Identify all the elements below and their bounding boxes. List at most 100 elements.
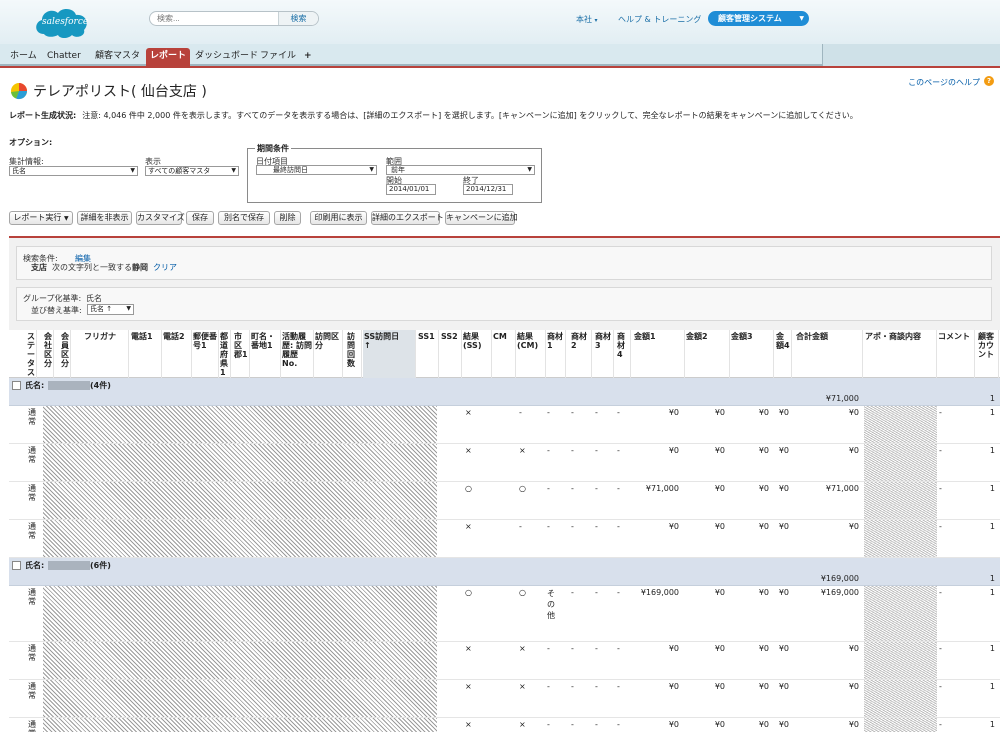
col-visit-type[interactable]: 訪問区分 [314, 330, 343, 378]
report-icon [10, 82, 28, 100]
col-comment[interactable]: コメント [937, 330, 975, 378]
col-product3[interactable]: 商材3 [594, 330, 614, 378]
tab-home[interactable]: ホーム [10, 48, 37, 66]
col-ss-visit-date[interactable]: SS訪問日 ↑ [363, 330, 416, 378]
summary-select[interactable]: 氏名 ▼ [9, 166, 138, 176]
col-company-type[interactable]: 会社区分 [43, 330, 54, 378]
col-member-type[interactable]: 会員区分 [60, 330, 71, 378]
col-cm[interactable]: CM [492, 330, 516, 378]
col-furigana[interactable]: フリガナ [83, 330, 129, 378]
table-row[interactable]: 通常 ○ ○ - - - - ¥71,000 ¥0 ¥0 ¥0 ¥71,000 … [9, 482, 1000, 520]
salesforce-logo[interactable]: salesforce [32, 4, 92, 41]
table-row[interactable]: 通常 × × - - - - ¥0 ¥0 ¥0 ¥0 ¥0 - 1 [9, 444, 1000, 482]
amount1-cell: ¥0 [668, 408, 679, 417]
redacted-notes [864, 680, 937, 717]
end-date-input[interactable]: 2014/12/31 [463, 184, 513, 195]
col-phone2[interactable]: 電話2 [162, 330, 192, 378]
col-appointment-notes[interactable]: アポ・商談内容 [864, 330, 937, 378]
col-visit-count[interactable]: 訪問回数 [346, 330, 362, 378]
amount1-cell: ¥0 [668, 720, 679, 729]
app-menu-button[interactable]: 顧客管理システム ▼ [708, 11, 809, 26]
search-button[interactable]: 検索 [278, 12, 318, 25]
tab-chatter[interactable]: Chatter [47, 48, 81, 66]
col-address1[interactable]: 町名・番地1 [250, 330, 281, 378]
col-product1[interactable]: 商材1 [546, 330, 566, 378]
col-result-cm[interactable]: 結果(CM) [516, 330, 546, 378]
col-customer-count[interactable]: 顧客カウント [977, 330, 999, 378]
tab-dashboards[interactable]: ダッシュボード [195, 48, 258, 66]
result-ss-cell: ○ [465, 484, 472, 493]
export-details-button[interactable]: 詳細のエクスポート [371, 211, 444, 225]
col-amount3[interactable]: 金額3 [730, 330, 774, 378]
table-row[interactable]: 通常 × × - - - - ¥0 ¥0 ¥0 ¥0 ¥0 - 1 [9, 642, 1000, 680]
col-amount2[interactable]: 金額2 [685, 330, 730, 378]
table-row[interactable]: 通常 ○ ○ その他 - - - ¥169,000 ¥0 ¥0 ¥0 ¥169,… [9, 586, 1000, 642]
printable-view-button[interactable]: 印刷用に表示 [310, 211, 367, 225]
table-row[interactable]: 通常 × × - - - - ¥0 ¥0 ¥0 ¥0 ¥0 - 1 [9, 718, 1000, 732]
col-total-amount[interactable]: 合計金額 [795, 330, 863, 378]
group-header-row: 氏名: (6件) ¥169,000 1 [9, 558, 1000, 586]
col-activity-no[interactable]: 活動履歴: 訪問履歴No. [281, 330, 314, 378]
table-row[interactable]: 通常 × - - - - - ¥0 ¥0 ¥0 ¥0 ¥0 - 1 [9, 520, 1000, 558]
col-phone1[interactable]: 電話1 [130, 330, 162, 378]
org-menu-link[interactable]: 本社 ▾ [576, 14, 598, 25]
col-amount4[interactable]: 金額4 [775, 330, 792, 378]
sort-select[interactable]: 氏名 ↑ ▼ [87, 304, 134, 315]
group-checkbox[interactable] [12, 381, 21, 390]
col-status[interactable]: ステータス [26, 330, 37, 378]
tab-customer-master[interactable]: 顧客マスタ [95, 48, 140, 66]
result-cm-cell: ○ [519, 484, 526, 493]
table-row[interactable]: 通常 × - - - - - ¥0 ¥0 ¥0 ¥0 ¥0 - 1 [9, 406, 1000, 444]
start-date-input[interactable]: 2014/01/01 [386, 184, 436, 195]
col-product4[interactable]: 商材4 [616, 330, 631, 378]
redacted-notes [864, 718, 937, 732]
tab-add-plus[interactable]: + [304, 48, 312, 66]
product1-cell: - [547, 682, 550, 691]
save-as-button[interactable]: 別名で保存 [218, 211, 270, 225]
group-checkbox[interactable] [12, 561, 21, 570]
help-training-link[interactable]: ヘルプ & トレーニング [618, 14, 701, 25]
tab-reports[interactable]: レポート [146, 48, 191, 66]
app-menu-label: 顧客管理システム [718, 14, 782, 23]
total-amount-cell: ¥169,000 [820, 588, 859, 597]
col-ss2[interactable]: SS2 [440, 330, 462, 378]
product4-cell: - [617, 522, 620, 531]
col-city1[interactable]: 市区郡1 [233, 330, 250, 378]
col-product2[interactable]: 商材2 [570, 330, 592, 378]
group-label: 氏名: [25, 561, 45, 570]
col-amount1[interactable]: 金額1 [633, 330, 685, 378]
comment-cell: - [939, 446, 942, 455]
status-cell: 通常 [28, 720, 36, 732]
search-input[interactable] [150, 12, 280, 25]
redacted-data [43, 642, 437, 679]
show-select[interactable]: すべての顧客マスタ ▼ [145, 166, 239, 176]
filter-clear-link[interactable]: クリア [153, 262, 177, 273]
help-icon[interactable]: ? [984, 76, 994, 86]
hide-details-button[interactable]: 詳細を非表示 [77, 211, 132, 225]
result-ss-cell: × [465, 682, 472, 691]
product1-cell: - [547, 408, 550, 417]
date-field-select[interactable]: 最終訪問日 ▼ [256, 165, 377, 175]
product3-cell: - [595, 682, 598, 691]
add-to-campaign-button[interactable]: キャンペーンに追加 [445, 211, 518, 225]
amount2-cell: ¥0 [714, 644, 725, 653]
tab-files[interactable]: ファイル [260, 48, 296, 66]
col-result-ss[interactable]: 結果(SS) [462, 330, 492, 378]
delete-button[interactable]: 削除 [274, 211, 301, 225]
save-button[interactable]: 保存 [186, 211, 214, 225]
table-row[interactable]: 通常 × × - - - - ¥0 ¥0 ¥0 ¥0 ¥0 - 1 [9, 680, 1000, 718]
amount1-cell: ¥0 [668, 522, 679, 531]
customize-button[interactable]: カスタマイズ [136, 211, 185, 225]
range-select[interactable]: 前年 ▼ [386, 165, 535, 175]
col-postal1[interactable]: 郵便番号1 [192, 330, 219, 378]
page-title: テレアポリスト( 仙台支店 ) [33, 84, 207, 100]
help-link[interactable]: このページのヘルプ [908, 77, 980, 88]
amount2-cell: ¥0 [714, 484, 725, 493]
chevron-down-icon: ▾ [594, 17, 598, 24]
run-report-button[interactable]: レポート実行 ▼ [9, 211, 73, 225]
col-ss1[interactable]: SS1 [417, 330, 439, 378]
filter-operator: 次の文字列と一致する [52, 263, 132, 272]
amount4-cell: ¥0 [778, 408, 789, 417]
amount2-cell: ¥0 [714, 408, 725, 417]
col-prefecture1[interactable]: 都道府県1 [219, 330, 231, 378]
